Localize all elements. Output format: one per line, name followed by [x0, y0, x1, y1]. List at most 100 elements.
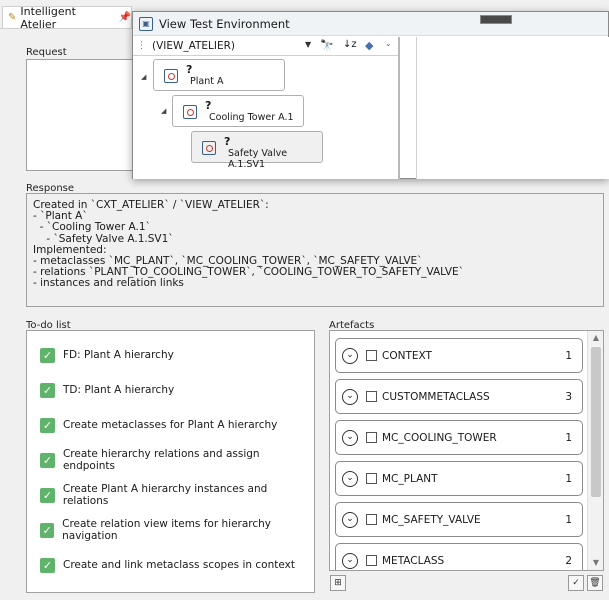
todo-item[interactable]: ✓ FD: Plant A hierarchy [40, 347, 174, 363]
expand-chevron-icon[interactable]: ⌄ [342, 347, 358, 364]
artefact-name: CONTEXT [382, 349, 432, 362]
todo-item-text: Create and link metaclass scopes in cont… [63, 559, 295, 571]
todo-list: ✓ FD: Plant A hierarchy ✓ TD: Plant A hi… [26, 330, 315, 593]
scroll-up-icon[interactable]: ▲ [588, 331, 603, 345]
artefact-item[interactable]: ⌄ METACLASS 2 [335, 543, 583, 570]
tree-node-plant-a[interactable]: ? Plant A [153, 59, 285, 91]
node-status: ? [186, 63, 193, 76]
node-icon [164, 69, 178, 83]
accept-button[interactable]: ✓ [568, 575, 584, 591]
collapse-caret-icon[interactable]: ◢ [141, 73, 146, 81]
scroll-down-icon[interactable]: ▼ [588, 556, 603, 570]
artefact-item[interactable]: ⌄ MC_PLANT 1 [335, 461, 583, 496]
tab-title: Intelligent Atelier [20, 4, 76, 31]
view-window-icon: ▣ [139, 16, 153, 31]
check-icon[interactable]: ✓ [40, 347, 55, 363]
todo-item-text: Create Plant A hierarchy instances and r… [62, 483, 268, 507]
check-icon[interactable]: ✓ [40, 522, 55, 538]
popup-titlebar[interactable]: ▣ View Test Environment [133, 12, 608, 36]
todo-item[interactable]: ✓ Create metaclasses for Plant A hierarc… [40, 417, 277, 433]
popup-title: View Test Environment [159, 16, 290, 31]
artefact-checkbox[interactable] [366, 555, 377, 566]
expand-chevron-icon[interactable]: ⌄ [342, 511, 358, 528]
grid-view-button[interactable]: ⊞ [330, 575, 346, 591]
delete-button[interactable]: 🗑 [587, 575, 603, 591]
node-icon [202, 141, 216, 155]
toolbar-grip-icon: ⋮ [137, 41, 146, 51]
expand-chevron-icon[interactable]: ⌄ [342, 470, 358, 487]
view-test-environment-window: ▣ View Test Environment ⋮ (VIEW_ATELIER)… [132, 11, 609, 179]
chevron-down-icon[interactable]: ▼ [305, 40, 311, 49]
hierarchy-tree: ◢ ? Plant A ◢ ? Cooling Tower A.1 ? Safe… [133, 57, 398, 179]
tree-node-safety-valve[interactable]: ? Safety Valve A.1.SV1 [191, 131, 323, 170]
todo-item-text: TD: Plant A hierarchy [63, 384, 175, 396]
collapse-caret-icon[interactable]: ◢ [161, 107, 166, 115]
artefact-checkbox[interactable] [366, 473, 377, 484]
artefact-name: MC_COOLING_TOWER [382, 431, 497, 444]
check-icon[interactable]: ✓ [40, 557, 55, 573]
expand-chevron-icon[interactable]: ⌄ [342, 388, 358, 405]
resize-grip[interactable] [480, 15, 512, 24]
todo-item[interactable]: ✓ Create hierarchy relations and assign … [40, 448, 314, 472]
pin-icon[interactable]: 📌 [119, 12, 131, 23]
node-status: ? [205, 99, 212, 112]
artefact-count: 3 [565, 390, 572, 403]
view-toolbar: ⋮ (VIEW_ATELIER) ▼ 🔭 ↓z ◆ ⌄ [133, 37, 398, 56]
artefact-name: MC_PLANT [382, 472, 438, 485]
response-line: - instances and relation links [33, 277, 184, 290]
tree-pane: ⋮ (VIEW_ATELIER) ▼ 🔭 ↓z ◆ ⌄ ◢ ? Plant A … [133, 37, 400, 179]
response-line: - `Cooling Tower A.1` [33, 221, 151, 234]
more-options-icon[interactable]: ⌄ [385, 39, 392, 48]
todo-item-text: FD: Plant A hierarchy [63, 349, 174, 361]
detail-pane [416, 37, 609, 179]
check-icon[interactable]: ✓ [40, 452, 55, 468]
tab-intelligent-atelier[interactable]: ✎ Intelligent Atelier 📌 [2, 4, 132, 31]
expand-chevron-icon[interactable]: ⌄ [342, 552, 358, 569]
artefact-item[interactable]: ⌄ CONTEXT 1 [335, 338, 583, 373]
request-label: Request [26, 47, 67, 58]
wand-icon: ✎ [8, 12, 17, 23]
scroll-thumb[interactable] [591, 347, 601, 497]
artefacts-list: ⌄ CONTEXT 1 ⌄ CUSTOMMETACLASS 3 ⌄ MC_COO… [329, 330, 604, 571]
node-label: Safety Valve A.1.SV1 [228, 148, 288, 170]
expand-chevron-icon[interactable]: ⌄ [342, 429, 358, 446]
todo-item[interactable]: ✓ Create relation view items for hierarc… [40, 518, 314, 542]
binoculars-icon[interactable]: 🔭 [320, 39, 334, 52]
node-label: Cooling Tower A.1 [209, 112, 294, 123]
node-label: Plant A [190, 76, 224, 87]
request-input[interactable] [26, 59, 136, 171]
todo-item-text: Create metaclasses for Plant A hierarchy [63, 419, 278, 431]
response-text: Created in `CXT_ATELIER` / `VIEW_ATELIER… [26, 193, 604, 307]
tree-node-cooling-tower[interactable]: ? Cooling Tower A.1 [172, 95, 304, 127]
artefact-checkbox[interactable] [366, 432, 377, 443]
response-line: Created in `CXT_ATELIER` / `VIEW_ATELIER… [33, 199, 269, 211]
check-icon[interactable]: ✓ [40, 487, 55, 503]
artefact-checkbox[interactable] [366, 391, 377, 402]
artefact-checkbox[interactable] [366, 350, 377, 361]
artefact-count: 1 [565, 431, 572, 444]
artefact-count: 1 [565, 513, 572, 526]
artefact-item[interactable]: ⌄ MC_COOLING_TOWER 1 [335, 420, 583, 455]
artefact-name: CUSTOMMETACLASS [382, 390, 490, 403]
sort-icon[interactable]: ↓z [343, 39, 357, 50]
node-status: ? [224, 135, 231, 148]
check-icon[interactable]: ✓ [40, 382, 55, 398]
todo-item-text: Create hierarchy relations and assign en… [62, 448, 260, 472]
artefact-item[interactable]: ⌄ CUSTOMMETACLASS 3 [335, 379, 583, 414]
node-icon [183, 105, 197, 119]
view-select[interactable]: (VIEW_ATELIER) [152, 40, 235, 52]
artefact-count: 1 [565, 472, 572, 485]
cube-icon[interactable]: ◆ [365, 39, 373, 52]
todo-item[interactable]: ✓ Create Plant A hierarchy instances and… [40, 483, 314, 507]
artefact-count: 1 [565, 349, 572, 362]
todo-item[interactable]: ✓ TD: Plant A hierarchy [40, 382, 174, 398]
artefact-name: METACLASS [382, 554, 445, 567]
artefact-checkbox[interactable] [366, 514, 377, 525]
artefact-count: 2 [565, 554, 572, 567]
check-icon[interactable]: ✓ [40, 417, 55, 433]
response-line: - `Safety Valve A.1.SV1` [33, 232, 174, 245]
todo-item[interactable]: ✓ Create and link metaclass scopes in co… [40, 557, 295, 573]
artefacts-scrollbar[interactable]: ▲ ▼ [587, 331, 603, 570]
artefact-item[interactable]: ⌄ MC_SAFETY_VALVE 1 [335, 502, 583, 537]
artefact-name: MC_SAFETY_VALVE [382, 513, 481, 526]
